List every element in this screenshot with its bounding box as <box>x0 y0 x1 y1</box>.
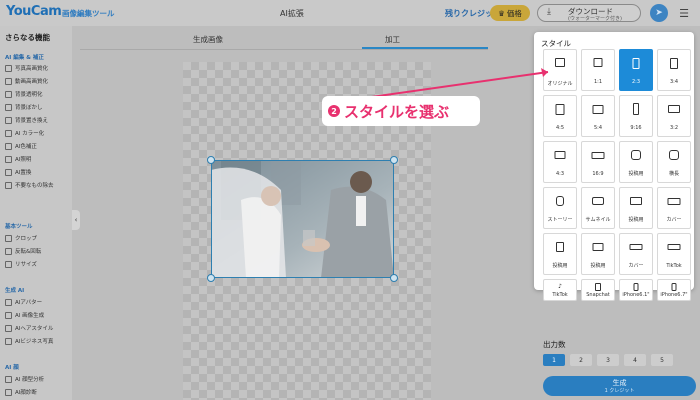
annotation-callout: 2 スタイルを選ぶ <box>322 96 480 126</box>
arrow-head <box>541 68 548 77</box>
annotation-arrow <box>321 68 549 105</box>
step-number-badge: 2 <box>328 105 340 117</box>
annotation-text: スタイルを選ぶ <box>344 102 450 121</box>
